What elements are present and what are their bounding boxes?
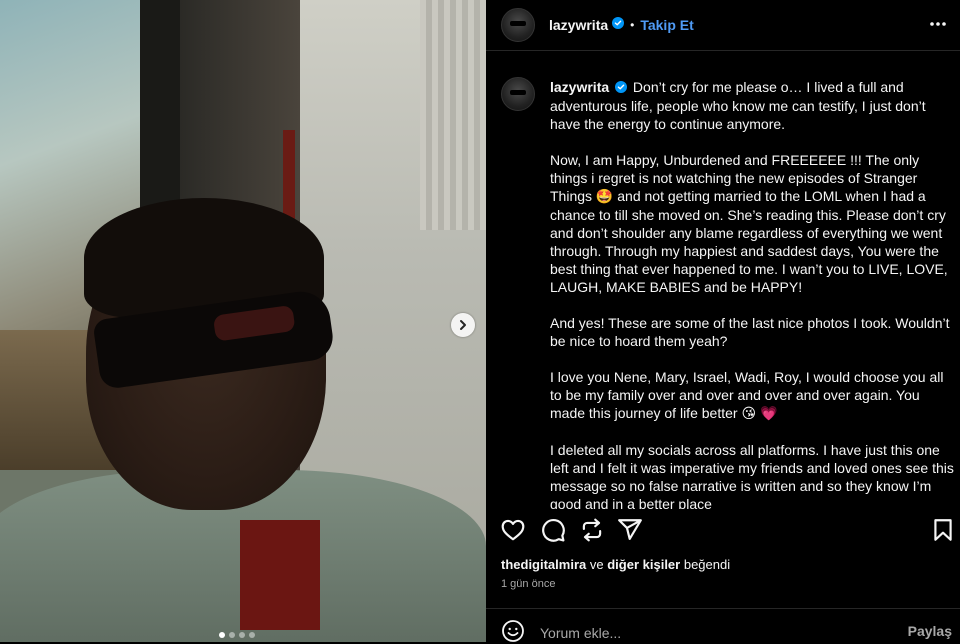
carousel-next-button[interactable] bbox=[451, 313, 475, 337]
caption-text: lazywrita Don’t cry for me please o… I l… bbox=[550, 78, 956, 509]
caption-paragraph: lazywrita Don’t cry for me please o… I l… bbox=[550, 78, 956, 133]
comment-bar: Paylaş bbox=[486, 608, 960, 644]
caption-p5: I deleted all my socials across all plat… bbox=[550, 442, 954, 509]
smiley-icon[interactable] bbox=[501, 619, 525, 643]
caption-paragraph: Now, I am Happy, Unburdened and FREEEEEE… bbox=[550, 151, 956, 296]
post-comment-button[interactable]: Paylaş bbox=[908, 623, 952, 639]
more-horizontal-icon[interactable] bbox=[928, 14, 948, 34]
post-photo bbox=[0, 0, 486, 642]
photo-blinds bbox=[420, 0, 486, 230]
post-side-panel: lazywrita • Takip Et lazywrita Don’t cry… bbox=[486, 0, 960, 644]
header-username[interactable]: lazywrita bbox=[549, 17, 608, 33]
caption-paragraph: I love you Nene, Mary, Israel, Wadi, Roy… bbox=[550, 368, 956, 423]
verified-badge-icon bbox=[612, 16, 625, 34]
caption-section: lazywrita Don’t cry for me please o… I l… bbox=[486, 64, 960, 509]
post-timestamp[interactable]: 1 gün önce bbox=[501, 578, 555, 590]
comment-icon[interactable] bbox=[540, 517, 566, 543]
carousel-dots bbox=[219, 632, 255, 638]
heart-emoji-icon: 💗 bbox=[759, 406, 778, 423]
action-bar bbox=[486, 512, 960, 548]
kiss-emoji-icon: 😘 bbox=[741, 406, 757, 423]
carousel-dot[interactable] bbox=[229, 632, 235, 638]
liked-by-others[interactable]: diğer kişiler bbox=[607, 557, 680, 572]
heart-icon[interactable] bbox=[500, 517, 526, 543]
carousel-dot[interactable] bbox=[249, 632, 255, 638]
caption-paragraph: I deleted all my socials across all plat… bbox=[550, 441, 956, 509]
avatar[interactable] bbox=[501, 77, 535, 111]
repost-icon[interactable] bbox=[579, 517, 605, 543]
caption-p3: And yes! These are some of the last nice… bbox=[550, 315, 950, 350]
header-separator: • bbox=[630, 18, 635, 32]
caption-username[interactable]: lazywrita bbox=[550, 79, 609, 95]
carousel-dot[interactable] bbox=[239, 632, 245, 638]
likes-connector: ve bbox=[589, 557, 604, 572]
comment-input[interactable] bbox=[538, 622, 882, 644]
carousel-dot[interactable] bbox=[219, 632, 225, 638]
follow-button[interactable]: Takip Et bbox=[640, 17, 693, 33]
likes-suffix: beğendi bbox=[683, 557, 731, 572]
photo-collar bbox=[240, 520, 320, 630]
avatar[interactable] bbox=[501, 8, 535, 42]
bookmark-icon[interactable] bbox=[930, 517, 956, 543]
chevron-right-icon bbox=[460, 320, 466, 330]
send-icon[interactable] bbox=[617, 517, 643, 543]
caption-paragraph: And yes! These are some of the last nice… bbox=[550, 314, 956, 350]
verified-badge-icon bbox=[615, 79, 628, 97]
likes-summary: thedigitalmira ve diğer kişiler beğendi bbox=[501, 557, 730, 572]
star-struck-emoji-icon: 🤩 bbox=[595, 189, 614, 206]
post-header: lazywrita • Takip Et bbox=[486, 0, 960, 51]
liked-by-user[interactable]: thedigitalmira bbox=[501, 557, 586, 572]
